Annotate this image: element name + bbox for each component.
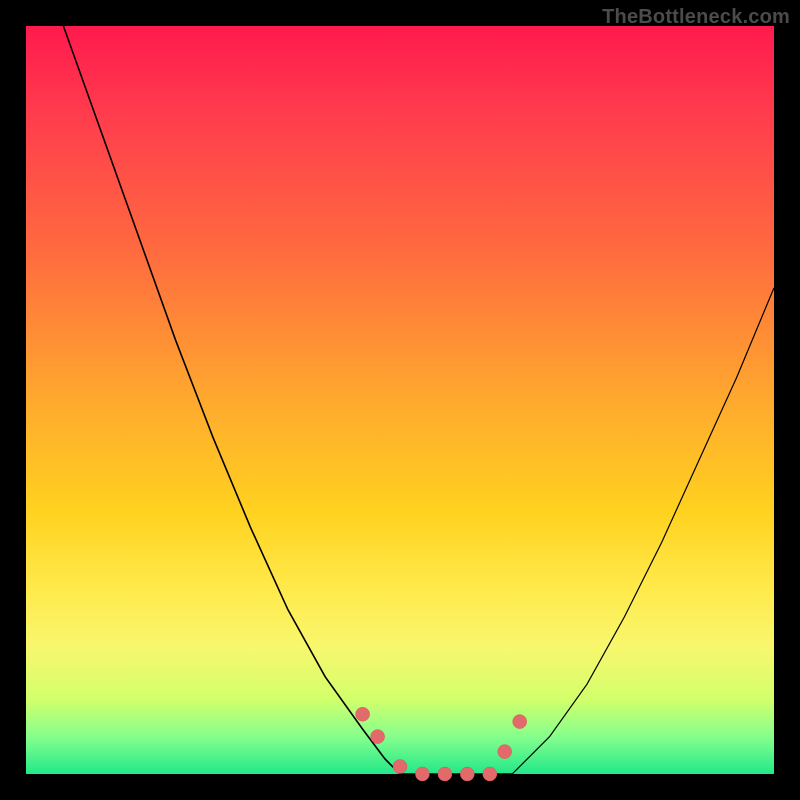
chart-svg bbox=[26, 26, 774, 774]
curve-right-branch bbox=[512, 288, 774, 774]
watermark-text: TheBottleneck.com bbox=[602, 6, 790, 29]
marker-point bbox=[438, 767, 452, 781]
marker-point bbox=[483, 767, 497, 781]
marker-point bbox=[393, 760, 407, 774]
marker-point bbox=[460, 767, 474, 781]
marker-group bbox=[356, 707, 527, 781]
marker-point bbox=[415, 767, 429, 781]
marker-point bbox=[356, 707, 370, 721]
chart-frame: TheBottleneck.com bbox=[0, 0, 800, 800]
marker-point bbox=[513, 715, 527, 729]
marker-point bbox=[371, 730, 385, 744]
marker-point bbox=[498, 745, 512, 759]
plot-area bbox=[26, 26, 774, 774]
curve-left-branch bbox=[63, 26, 400, 774]
